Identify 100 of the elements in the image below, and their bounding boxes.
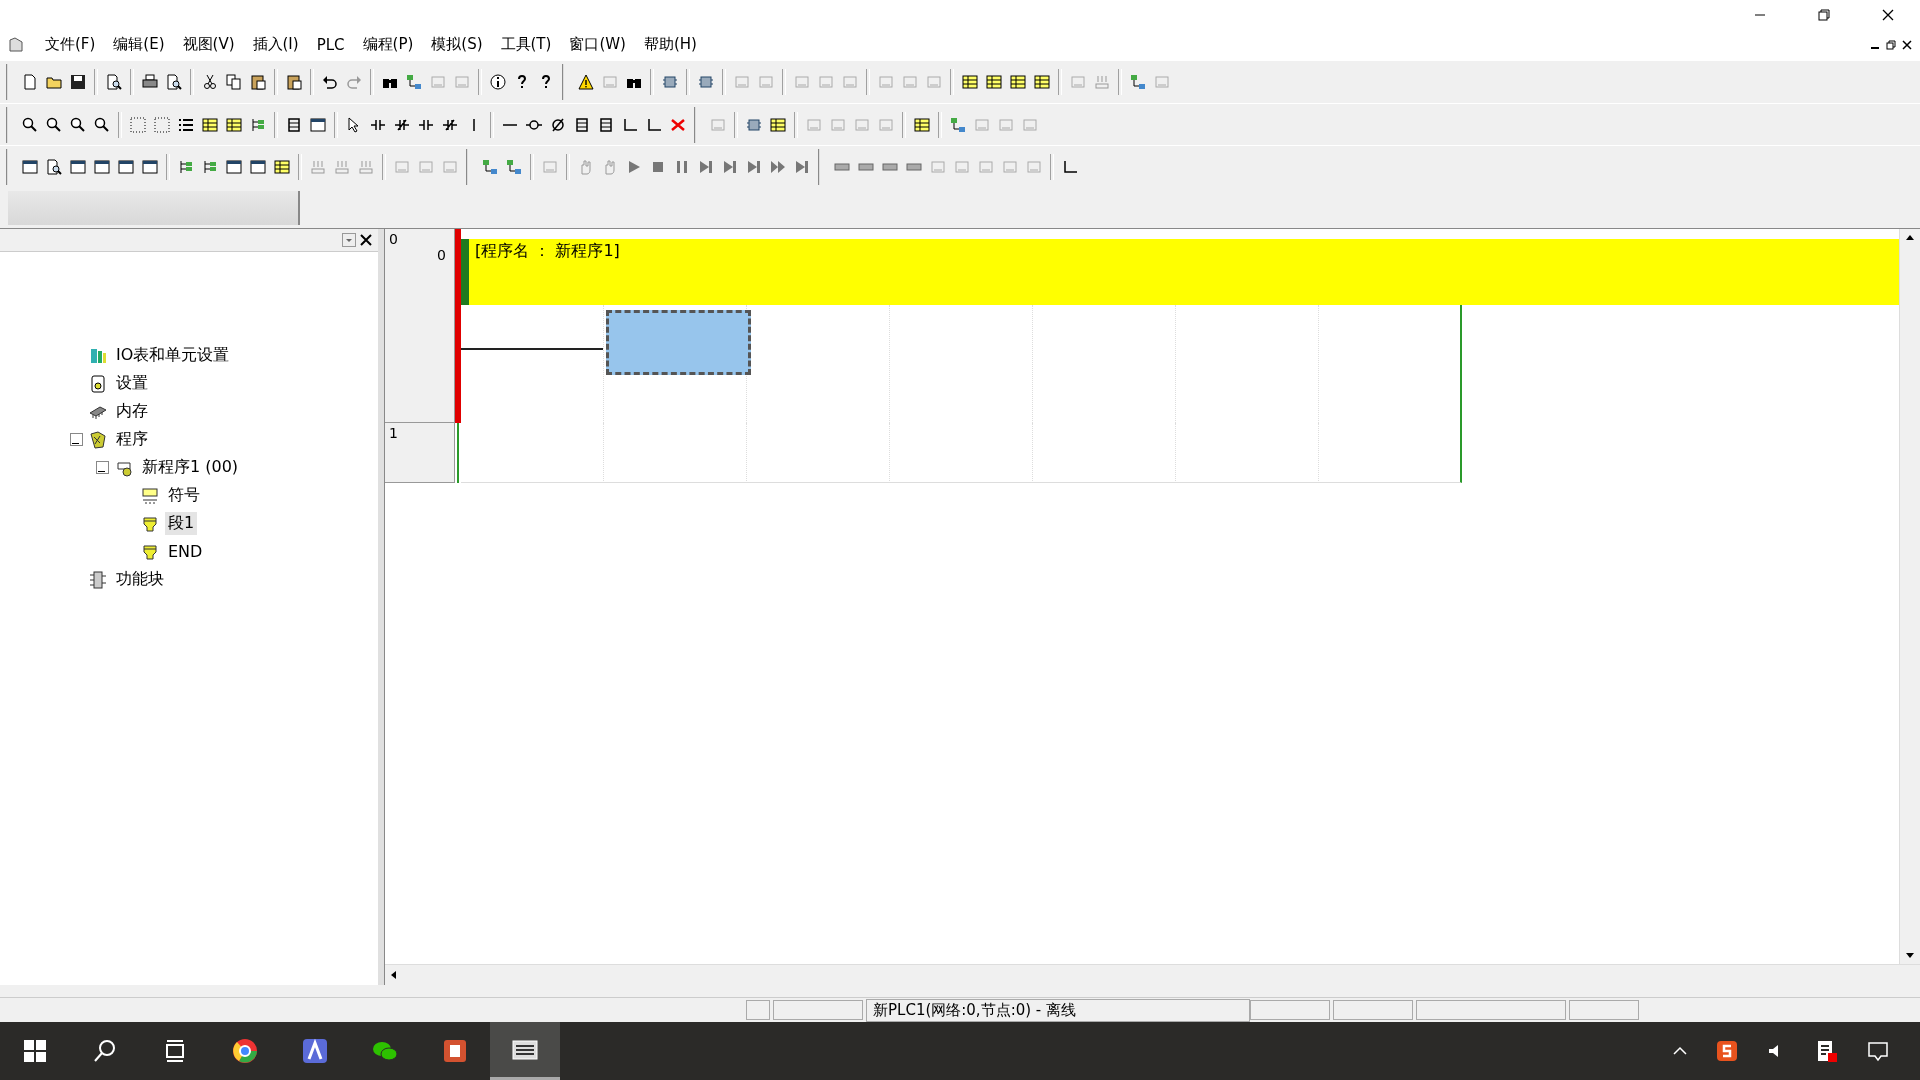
window-icon[interactable] — [118, 159, 134, 176]
close-icon[interactable] — [1902, 39, 1912, 50]
menu-item[interactable]: 编程(P) — [353, 33, 423, 57]
window-icon[interactable] — [70, 159, 86, 176]
table-icon[interactable] — [986, 73, 1002, 90]
tree-icon[interactable] — [202, 159, 218, 176]
network-icon[interactable] — [1130, 73, 1146, 90]
table-icon[interactable] — [274, 159, 290, 176]
delete-icon[interactable] — [670, 116, 686, 133]
table-icon[interactable] — [1034, 73, 1050, 90]
close-icon[interactable] — [360, 234, 372, 246]
menu-item[interactable]: 插入(I) — [243, 33, 308, 57]
chip-icon[interactable] — [698, 73, 714, 90]
closed-coil-icon[interactable] — [550, 116, 566, 133]
ladder-cell[interactable] — [1319, 423, 1462, 483]
menu-item[interactable]: 窗口(W) — [560, 33, 635, 57]
pause-icon[interactable] — [674, 159, 690, 176]
network-icon[interactable] — [482, 159, 498, 176]
menu-item[interactable]: 编辑(E) — [104, 33, 174, 57]
page-magnifier-icon[interactable] — [166, 73, 182, 90]
menu-item[interactable]: 工具(T) — [491, 33, 561, 57]
magnifier-icon[interactable] — [94, 116, 110, 133]
page-magnifier-icon[interactable] — [106, 73, 122, 90]
tree-item[interactable]: 设置 — [113, 372, 151, 396]
info-icon[interactable] — [490, 73, 506, 90]
menu-item[interactable]: 帮助(H) — [634, 33, 706, 57]
app-icon[interactable] — [301, 1037, 329, 1065]
page-icon[interactable] — [22, 73, 38, 90]
tree-item[interactable]: IO表和单元设置 — [113, 344, 233, 368]
window-icon[interactable] — [250, 159, 266, 176]
window-icon[interactable] — [226, 159, 242, 176]
tree-item[interactable]: 符号 — [165, 484, 203, 508]
corner-line-icon[interactable] — [622, 116, 638, 133]
network-icon[interactable] — [406, 73, 422, 90]
browser-icon[interactable] — [231, 1037, 259, 1065]
restore-icon[interactable] — [1886, 39, 1896, 50]
fast-forward-icon[interactable] — [770, 159, 786, 176]
programs-icon — [89, 431, 107, 449]
tree-icon[interactable] — [178, 159, 194, 176]
window-icon[interactable] — [22, 159, 38, 176]
instruction-icon[interactable] — [598, 116, 614, 133]
table-icon[interactable] — [1010, 73, 1026, 90]
tree-item[interactable]: 功能块 — [113, 568, 167, 592]
network-icon[interactable] — [506, 159, 522, 176]
step-icon[interactable] — [698, 159, 714, 176]
table-icon[interactable] — [914, 116, 930, 133]
input-method-icon[interactable] — [1716, 1040, 1738, 1062]
copy-icon[interactable] — [226, 73, 242, 90]
instruction-icon[interactable] — [286, 116, 302, 133]
clipboard-icon[interactable] — [250, 73, 266, 90]
scissors-icon[interactable] — [202, 73, 218, 90]
window-icon[interactable] — [310, 116, 326, 133]
step-icon[interactable] — [794, 159, 810, 176]
network-icon[interactable] — [950, 116, 966, 133]
menu-item[interactable]: 视图(V) — [173, 33, 244, 57]
collapse-toggle[interactable] — [96, 461, 109, 475]
dropdown-icon[interactable] — [342, 233, 356, 247]
menu-item[interactable]: PLC — [307, 33, 354, 56]
rung-comment: [程序名 ： 新程序1] — [474, 240, 621, 262]
table-icon[interactable] — [202, 116, 218, 133]
settings-icon — [89, 375, 107, 393]
magnifier-icon[interactable] — [46, 116, 62, 133]
start-icon[interactable] — [21, 1037, 49, 1065]
magnifier-icon[interactable] — [70, 116, 86, 133]
magnifier-icon[interactable] — [22, 116, 38, 133]
play-icon[interactable] — [626, 159, 642, 176]
warning-icon[interactable] — [578, 73, 594, 90]
grid-icon[interactable] — [130, 116, 146, 133]
menu-item[interactable]: 文件(F) — [36, 33, 105, 57]
tree-icon[interactable] — [250, 116, 266, 133]
table-icon[interactable] — [770, 116, 786, 133]
tree-item[interactable]: 内存 — [113, 400, 151, 424]
table-icon[interactable] — [962, 73, 978, 90]
page-magnifier-icon[interactable] — [46, 159, 62, 176]
close-icon[interactable] — [1882, 9, 1894, 21]
chip-icon[interactable] — [662, 73, 678, 90]
chip-icon[interactable] — [746, 116, 762, 133]
step-icon[interactable] — [746, 159, 762, 176]
printer-icon[interactable] — [142, 73, 158, 90]
restore-icon[interactable] — [1818, 9, 1830, 21]
corner-line-icon[interactable] — [646, 116, 662, 133]
tree-item[interactable]: 段1 — [165, 512, 198, 536]
symbol-table-icon — [141, 487, 159, 505]
list-icon[interactable] — [178, 116, 194, 133]
collapse-toggle[interactable] — [70, 433, 83, 447]
document-app-icon[interactable] — [441, 1037, 469, 1065]
instruction-icon[interactable] — [574, 116, 590, 133]
rung-number: 0 — [389, 231, 399, 247]
table-icon[interactable] — [226, 116, 242, 133]
clipboard-icon[interactable] — [286, 73, 302, 90]
menu-item[interactable]: 模拟(S) — [422, 33, 492, 57]
corner-line-icon[interactable] — [1062, 159, 1078, 176]
grid-icon[interactable] — [154, 116, 170, 133]
window-icon[interactable] — [142, 159, 158, 176]
tree-item[interactable]: 程序 — [113, 428, 151, 452]
tree-item[interactable]: END — [165, 541, 206, 563]
notification-icon[interactable] — [1866, 1039, 1890, 1063]
tree-item[interactable]: 新程序1 (00) — [139, 456, 242, 480]
step-icon[interactable] — [722, 159, 738, 176]
window-icon[interactable] — [94, 159, 110, 176]
